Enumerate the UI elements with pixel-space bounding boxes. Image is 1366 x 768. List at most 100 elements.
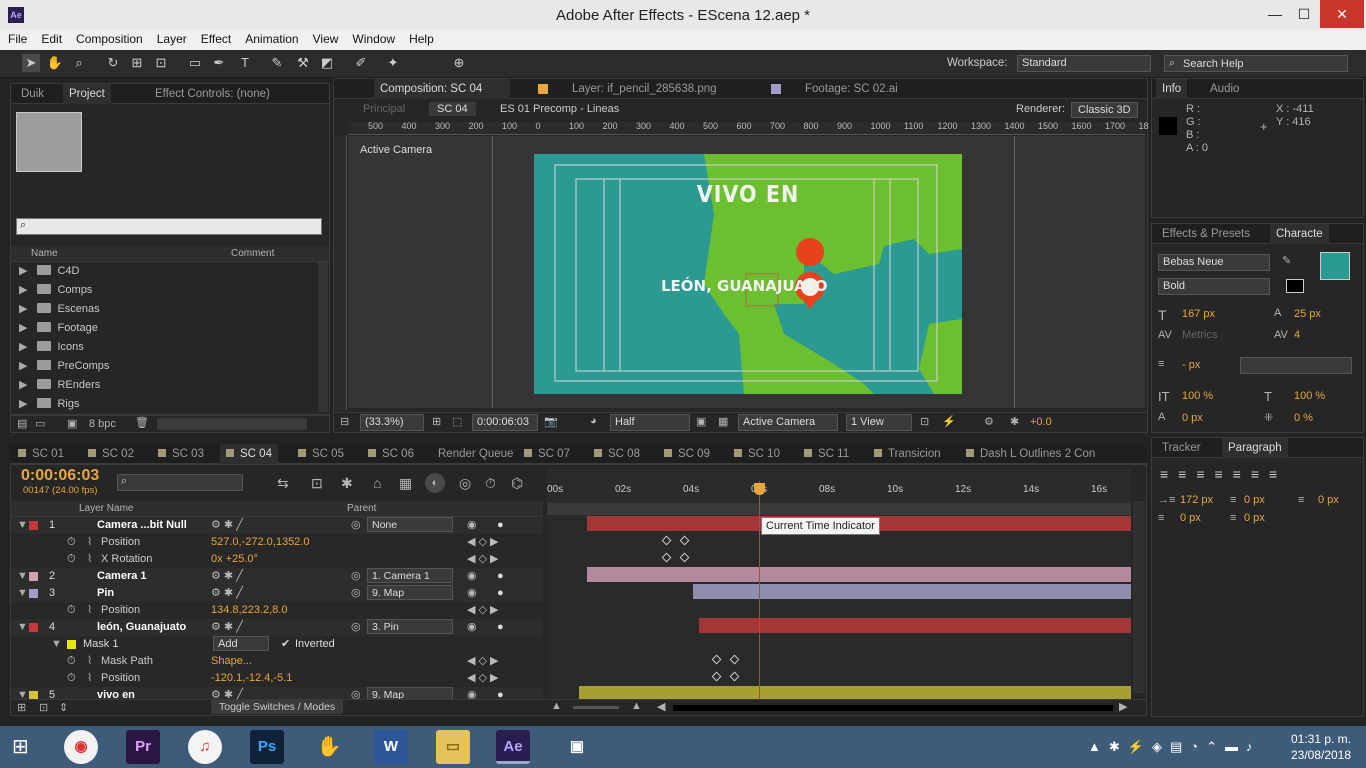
font-family-dropdown[interactable]: Bebas Neue <box>1158 254 1270 271</box>
time-ruler[interactable]: 00s02s04s06s08s10s12s14s16s <box>547 469 1131 503</box>
property-row[interactable]: ⏱ ⌇ Position 527.0,-272.0,1352.0 ◀ ◇ ▶ <box>11 534 543 551</box>
switches-icons[interactable]: ⚙ ✱ ╱ <box>211 568 243 585</box>
stopwatch-icon[interactable]: ⏱ <box>67 534 76 551</box>
column-layer-name[interactable]: Layer Name <box>79 503 133 514</box>
current-time-display[interactable]: 0:00:06:03 <box>472 414 538 431</box>
project-hscrollbar[interactable] <box>157 418 307 430</box>
premiere-icon[interactable]: Pr <box>126 730 160 764</box>
clone-stamp-icon[interactable]: ⚒ <box>294 54 312 72</box>
font-style-dropdown[interactable]: Bold <box>1158 278 1270 295</box>
timeline-hscrollbar[interactable] <box>673 705 1113 711</box>
tracking-value[interactable]: 4 <box>1294 329 1300 341</box>
menu-view[interactable]: View <box>305 30 345 46</box>
solo-icon[interactable]: ● <box>497 517 504 534</box>
tab-tracker[interactable]: Tracker <box>1156 438 1207 458</box>
menu-animation[interactable]: Animation <box>237 30 304 46</box>
comp-title-text[interactable]: VIVO EN <box>534 182 962 208</box>
interpret-footage-icon[interactable]: ▤ <box>17 417 27 430</box>
after-effects-taskbar-icon[interactable]: Ae <box>496 730 530 764</box>
space-after-value[interactable]: 0 px <box>1244 512 1265 524</box>
stopwatch-icon[interactable]: ⏱ <box>67 653 76 670</box>
close-button[interactable]: ✕ <box>1320 0 1364 28</box>
project-search-input[interactable]: ⌕ <box>16 218 322 235</box>
clock-time[interactable]: 01:31 p. m. <box>1288 732 1354 746</box>
keyframe-navigator[interactable]: ◀ ◇ ▶ <box>467 670 499 687</box>
folder-comps[interactable]: ▶ Comps <box>19 281 92 299</box>
layer-duration-bar[interactable] <box>699 618 1131 633</box>
pickwhip-icon[interactable]: ◎ <box>351 585 361 602</box>
property-row[interactable]: ⏱ ⌇ Mask Path Shape... ◀ ◇ ▶ <box>11 653 543 670</box>
keyframe[interactable] <box>661 552 672 563</box>
keyframe-navigator[interactable]: ◀ ◇ ▶ <box>467 534 499 551</box>
switches-icons[interactable]: ⚙ ✱ ╱ <box>211 619 243 636</box>
tab-composition-sc04[interactable]: Composition: SC 04 <box>374 79 510 99</box>
property-value[interactable]: 527.0,-272.0,1352.0 <box>211 534 309 551</box>
stopwatch-icon[interactable]: ⏱ <box>67 551 76 568</box>
indent-left-value[interactable]: 172 px <box>1180 494 1213 506</box>
hand-tool-icon[interactable]: ✋ <box>46 54 64 72</box>
timeline-tab-sc-01[interactable]: SC 01 <box>12 444 70 464</box>
menu-edit[interactable]: Edit <box>33 30 68 46</box>
zoom-tool-icon[interactable]: ⌕ <box>70 54 88 72</box>
pickwhip-icon[interactable]: ◎ <box>351 568 361 585</box>
layer-switches-icon[interactable]: ⊞ <box>17 701 26 714</box>
graph-editor-icon[interactable]: ◐ <box>425 473 445 493</box>
new-folder-icon[interactable]: ▭ <box>35 417 45 430</box>
pen-tool-icon[interactable]: ✒ <box>210 54 228 72</box>
camera-view-dropdown[interactable]: Active Camera <box>738 414 838 431</box>
eyedropper-icon[interactable]: ✎ <box>1282 254 1291 267</box>
system-tray-icons[interactable]: ▲✱⚡◈▤◔⌃▬♪ <box>1088 739 1260 755</box>
current-time-indicator[interactable] <box>759 481 760 701</box>
space-before-value[interactable]: 0 px <box>1180 512 1201 524</box>
comp-city-text[interactable]: LEÓN, GUANAJUATO <box>661 277 828 295</box>
timeline-tab-sc-10[interactable]: SC 10 <box>728 444 786 464</box>
expand-icon[interactable]: ▼ <box>17 585 28 602</box>
tab-effect-controls[interactable]: Effect Controls: (none) <box>149 84 276 104</box>
property-row[interactable]: ⏱ ⌇ X Rotation 0x +25.0° ◀ ◇ ▶ <box>11 551 543 568</box>
layer-name[interactable]: Camera ...bit Null <box>97 517 187 534</box>
magnification-dropdown[interactable]: (33.3%) <box>360 414 424 431</box>
gimp-icon[interactable]: ✋ <box>312 730 346 764</box>
tab-layer[interactable]: Layer: if_pencil_285638.png <box>566 79 723 99</box>
roto-brush-icon[interactable]: ✐ <box>352 54 370 72</box>
word-icon[interactable]: W <box>374 730 408 764</box>
timeline-scrollbar[interactable] <box>1133 501 1145 693</box>
switches-icons[interactable]: ⚙ ✱ ╱ <box>211 517 243 534</box>
resolution-dropdown[interactable]: Half <box>610 414 690 431</box>
timeline-zoom-slider[interactable] <box>573 706 619 709</box>
bpc-label[interactable]: 8 bpc <box>89 418 116 430</box>
mask-mode-dropdown[interactable]: Add <box>213 636 269 651</box>
menu-composition[interactable]: Composition <box>68 30 149 46</box>
column-parent[interactable]: Parent <box>347 503 376 514</box>
label-color-swatch[interactable] <box>29 572 38 581</box>
timeline-tab-sc-09[interactable]: SC 09 <box>658 444 716 464</box>
indent-right-value[interactable]: 0 px <box>1318 494 1339 506</box>
reset-exposure-icon[interactable]: ✱ <box>1010 415 1019 428</box>
folder-renders[interactable]: ▶ REnders <box>19 376 100 394</box>
timeline-tab-sc-05[interactable]: SC 05 <box>292 444 350 464</box>
baseline-shift-value[interactable]: 0 px <box>1182 412 1203 424</box>
menu-layer[interactable]: Layer <box>149 30 193 46</box>
property-value[interactable]: Shape... <box>211 653 252 670</box>
timeline-tab-sc-06[interactable]: SC 06 <box>362 444 420 464</box>
keyframe[interactable] <box>679 535 690 546</box>
graph-icon[interactable]: ⌇ <box>87 551 92 568</box>
selection-tool-icon[interactable]: ➤ <box>22 54 40 72</box>
tab-effects-presets[interactable]: Effects & Presets <box>1156 224 1256 244</box>
fast-preview-icon[interactable]: ⚡ <box>942 415 956 428</box>
mask-visibility-icon[interactable]: ⬚ <box>452 415 462 428</box>
folder-precomps[interactable]: ▶ PreComps <box>19 357 109 375</box>
solo-icon[interactable]: ● <box>497 619 504 636</box>
column-name[interactable]: Name <box>31 248 58 259</box>
parent-dropdown[interactable]: 9. Map <box>367 585 453 600</box>
parent-dropdown[interactable]: 1. Camera 1 <box>367 568 453 583</box>
alignment-buttons[interactable]: ≡≡≡≡≡≡≡ <box>1160 466 1287 482</box>
render-icon[interactable]: ⌬ <box>511 475 523 492</box>
eraser-tool-icon[interactable]: ◩ <box>318 54 336 72</box>
always-preview-icon[interactable]: ⊟ <box>340 415 349 428</box>
tab-project[interactable]: Project <box>63 84 111 104</box>
folder-footage[interactable]: ▶ Footage <box>19 319 98 337</box>
rectangle-tool-icon[interactable]: ▭ <box>186 54 204 72</box>
layer-name[interactable]: Camera 1 <box>97 568 147 585</box>
tab-info[interactable]: Info <box>1156 79 1188 99</box>
